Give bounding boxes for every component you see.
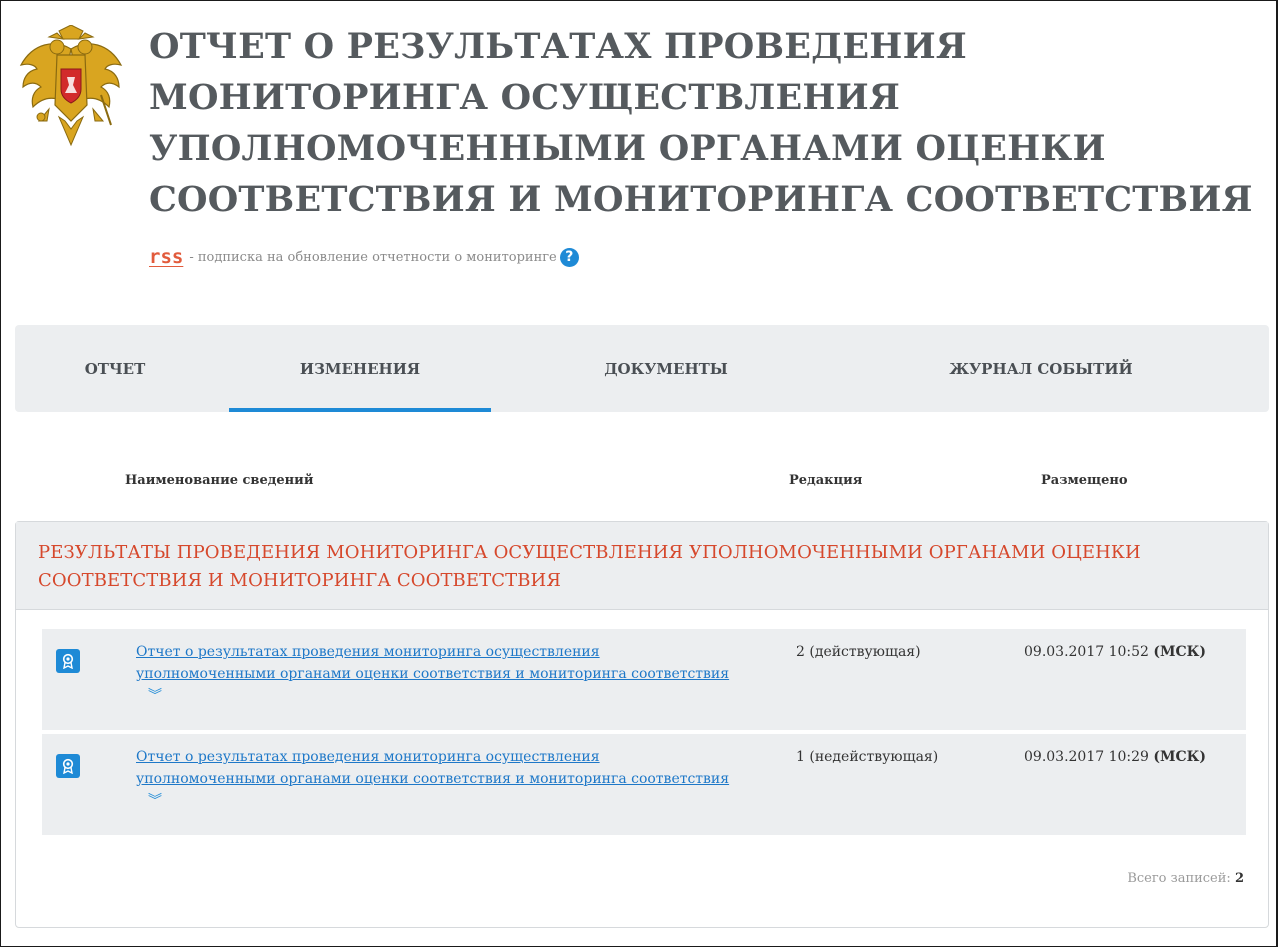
help-icon[interactable]: ? bbox=[559, 247, 579, 267]
report-link-text[interactable]: Отчет о результатах проведения мониторин… bbox=[136, 644, 729, 682]
total-records-value: 2 bbox=[1234, 871, 1244, 886]
section-header: РЕЗУЛЬТАТЫ ПРОВЕДЕНИЯ МОНИТОРИНГА ОСУЩЕС… bbox=[16, 522, 1268, 610]
total-records: Всего записей: 2 bbox=[1127, 871, 1244, 886]
rss-subscription: rss - подписка на обновление отчетности … bbox=[149, 245, 579, 269]
tab-report[interactable]: ОТЧЕТ bbox=[15, 325, 215, 412]
report-link[interactable]: Отчет о результатах проведения мониторин… bbox=[136, 746, 736, 812]
tab-bar: ОТЧЕТ ИЗМЕНЕНИЯ ДОКУМЕНТЫ ЖУРНАЛ СОБЫТИЙ bbox=[15, 325, 1269, 412]
double-chevron-down-icon[interactable]: ︾ bbox=[148, 790, 162, 812]
report-link-text[interactable]: Отчет о результатах проведения мониторин… bbox=[136, 749, 729, 787]
certificate-badge-icon bbox=[56, 754, 80, 778]
posted-date: 09.03.2017 10:29 (МСК) bbox=[1024, 746, 1206, 768]
column-header-revision: Редакция bbox=[789, 473, 863, 488]
report-link[interactable]: Отчет о результатах проведения мониторин… bbox=[136, 641, 736, 707]
revision-value: 2 (действующая) bbox=[796, 644, 921, 660]
table-row: Отчет о результатах проведения мониторин… bbox=[42, 734, 1246, 835]
tab-changes[interactable]: ИЗМЕНЕНИЯ bbox=[229, 325, 491, 412]
timezone-label: (МСК) bbox=[1153, 644, 1207, 660]
tab-event-log[interactable]: ЖУРНАЛ СОБЫТИЙ bbox=[891, 325, 1191, 412]
section-title: РЕЗУЛЬТАТЫ ПРОВЕДЕНИЯ МОНИТОРИНГА ОСУЩЕС… bbox=[38, 542, 1141, 591]
revision-value: 1 (недействующая) bbox=[796, 749, 939, 765]
coat-of-arms-emblem bbox=[19, 25, 123, 147]
posted-date: 09.03.2017 10:52 (МСК) bbox=[1024, 641, 1206, 663]
rss-link[interactable]: rss bbox=[149, 246, 183, 268]
double-chevron-down-icon[interactable]: ︾ bbox=[148, 685, 162, 707]
results-section: РЕЗУЛЬТАТЫ ПРОВЕДЕНИЯ МОНИТОРИНГА ОСУЩЕС… bbox=[15, 521, 1269, 928]
table-row: Отчет о результатах проведения мониторин… bbox=[42, 629, 1246, 730]
posted-date-value: 09.03.2017 10:52 bbox=[1024, 644, 1149, 660]
column-header-name: Наименование сведений bbox=[125, 473, 314, 488]
page-frame: ОТЧЕТ О РЕЗУЛЬТАТАХ ПРОВЕДЕНИЯ МОНИТОРИН… bbox=[0, 0, 1278, 947]
rss-description: - подписка на обновление отчетности о мо… bbox=[189, 249, 557, 265]
certificate-badge-icon bbox=[56, 649, 80, 673]
tab-documents[interactable]: ДОКУМЕНТЫ bbox=[541, 325, 791, 412]
posted-date-value: 09.03.2017 10:29 bbox=[1024, 749, 1149, 765]
page-title: ОТЧЕТ О РЕЗУЛЬТАТАХ ПРОВЕДЕНИЯ МОНИТОРИН… bbox=[149, 26, 1253, 220]
column-header-posted: Размещено bbox=[1041, 473, 1128, 488]
timezone-label: (МСК) bbox=[1153, 749, 1207, 765]
total-records-label: Всего записей: bbox=[1127, 871, 1231, 886]
